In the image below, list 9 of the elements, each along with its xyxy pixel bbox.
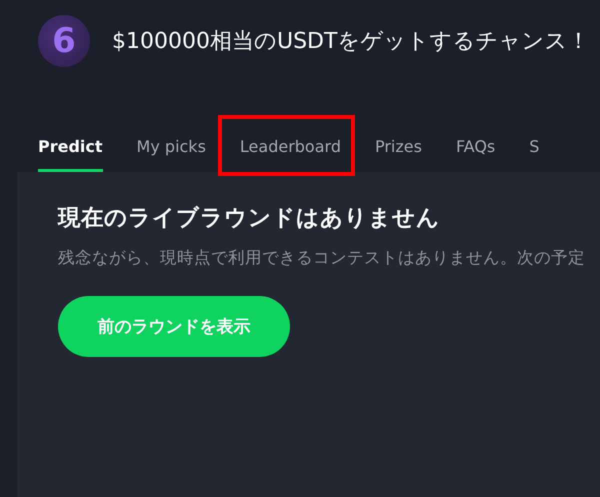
panel-heading: 現在のライブラウンドはありません bbox=[58, 204, 441, 233]
nav-tab[interactable]: My picks bbox=[136, 137, 206, 172]
nav-tab[interactable]: Leaderboard bbox=[240, 137, 341, 172]
nav-tab[interactable]: S bbox=[529, 137, 540, 172]
logo-badge: 6 bbox=[38, 15, 90, 67]
page-title: $100000相当のUSDTをゲットするチャンス！ bbox=[112, 28, 590, 56]
panel-description: 残念ながら、現時点で利用できるコンテストはありません。次の予定 bbox=[58, 247, 586, 269]
nav-tab[interactable]: FAQs bbox=[456, 137, 496, 172]
nav-tab[interactable]: Prizes bbox=[374, 137, 422, 172]
